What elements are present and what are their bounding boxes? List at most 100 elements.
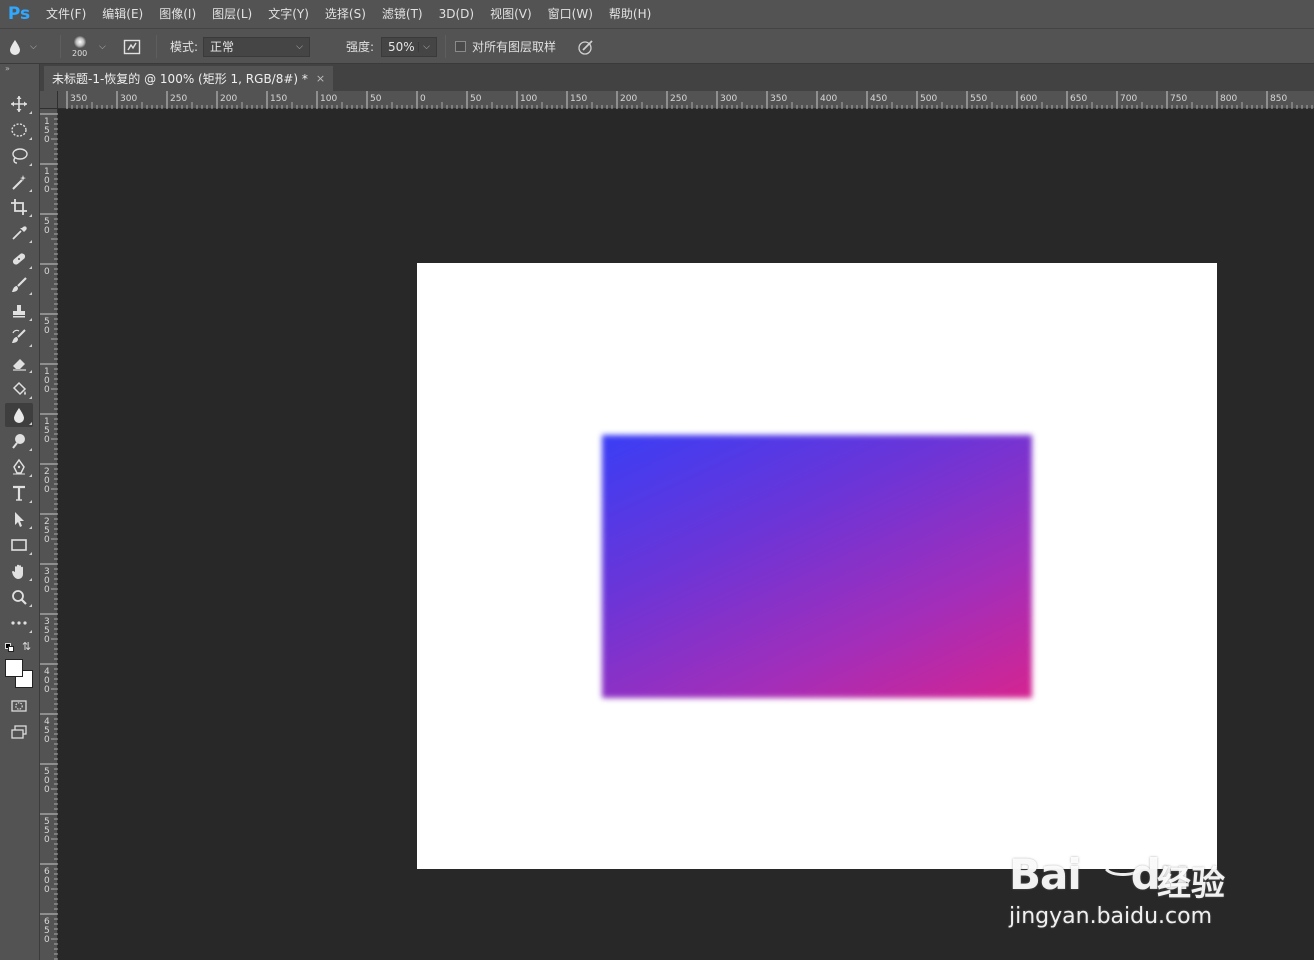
ruler-label: 400	[44, 667, 50, 695]
ruler-label: 50	[44, 217, 50, 236]
brush-size-picker[interactable]: 200	[72, 29, 87, 64]
ruler-label: 50	[470, 94, 482, 104]
crop-tool[interactable]	[5, 195, 33, 219]
eyedropper-icon	[10, 224, 28, 242]
screen-mode-icon	[10, 723, 28, 741]
quick-mask-button[interactable]	[5, 694, 33, 718]
magic-wand-tool[interactable]	[5, 170, 33, 194]
document-canvas[interactable]	[417, 263, 1217, 869]
screen-mode-button[interactable]	[5, 720, 33, 744]
options-bar: ⌵ 200 ⌵ 模式: 正常 ⌵ 强度: 50% ⌵ 对所有图层取样	[0, 28, 1314, 64]
swap-colors-icon[interactable]: ⇅	[22, 640, 31, 653]
menu-filter[interactable]: 滤镜(T)	[374, 0, 431, 28]
sample-all-layers-checkbox[interactable]: 对所有图层取样	[455, 29, 556, 64]
ruler-label: 250	[170, 94, 187, 104]
ruler-label: 100	[320, 94, 337, 104]
zoom-tool[interactable]	[5, 585, 33, 609]
ellipse-marquee-icon	[10, 121, 28, 139]
bandage-icon	[10, 250, 28, 268]
type-tool[interactable]	[5, 481, 33, 505]
lasso-tool[interactable]	[5, 144, 33, 168]
chevron-down-icon: ⌵	[99, 41, 106, 52]
rectangle-icon	[10, 536, 28, 554]
healing-brush-tool[interactable]	[5, 247, 33, 271]
hand-tool[interactable]	[5, 559, 33, 583]
gradient-rectangle-layer[interactable]	[602, 435, 1032, 698]
mode-label: 模式:	[170, 40, 199, 54]
brush-settings-button[interactable]	[123, 29, 141, 64]
rectangle-tool[interactable]	[5, 533, 33, 557]
menu-edit[interactable]: 编辑(E)	[94, 0, 151, 28]
ruler-label: 500	[920, 94, 937, 104]
pen-tool[interactable]	[5, 455, 33, 479]
horizontal-ruler[interactable]: 350 300 250 200 150 100 50 0 50 100 150 200 250 300 35…	[58, 91, 1314, 109]
brush-tool[interactable]	[5, 273, 33, 297]
ruler-label: 100	[520, 94, 537, 104]
brush-chevron[interactable]: ⌵	[99, 29, 106, 64]
eyedropper-tool[interactable]	[5, 221, 33, 245]
tool-group-indicator	[29, 344, 32, 347]
pressure-button[interactable]	[577, 29, 595, 64]
tool-group-indicator	[29, 266, 32, 269]
more-icon	[10, 614, 28, 632]
collapse-toolbar-icon[interactable]: »	[5, 64, 10, 73]
mode-value: 正常	[210, 40, 235, 54]
ruler-label: 550	[44, 817, 50, 845]
ruler-label: 250	[670, 94, 687, 104]
watermark-cn: 经验	[1157, 864, 1225, 904]
blur-drop-icon	[10, 406, 28, 424]
ruler-label: 450	[870, 94, 887, 104]
ruler-origin[interactable]	[40, 91, 58, 109]
move-tool[interactable]	[5, 92, 33, 116]
tools-panel: » ⇅	[0, 64, 40, 960]
tool-group-indicator	[29, 526, 32, 529]
mode-select[interactable]: 正常 ⌵	[203, 36, 310, 57]
menu-image[interactable]: 图像(I)	[151, 0, 204, 28]
ruler-label: 150	[44, 417, 50, 445]
strength-input[interactable]: 50% ⌵	[381, 36, 437, 57]
tool-group-indicator	[29, 396, 32, 399]
default-colors-icon[interactable]	[5, 643, 15, 653]
chevron-down-icon: ⌵	[30, 41, 37, 52]
tool-group-indicator	[29, 552, 32, 555]
menu-window[interactable]: 窗口(W)	[540, 0, 601, 28]
ruler-label: 100	[44, 167, 50, 195]
document-tab[interactable]: 未标题-1-恢复的 @ 100% (矩形 1, RGB/8#) * ×	[44, 66, 334, 91]
menu-select[interactable]: 选择(S)	[317, 0, 374, 28]
ruler-label: 450	[44, 717, 50, 745]
paint-bucket-tool[interactable]	[5, 377, 33, 401]
menu-help[interactable]: 帮助(H)	[601, 0, 659, 28]
sample-all-layers-label: 对所有图层取样	[472, 40, 557, 54]
checkbox-box[interactable]	[455, 41, 466, 52]
menu-3d[interactable]: 3D(D)	[431, 0, 482, 28]
blur-tool[interactable]	[5, 403, 33, 427]
path-selection-tool[interactable]	[5, 507, 33, 531]
ruler-label: 300	[120, 94, 137, 104]
ruler-label: 200	[44, 467, 50, 495]
ruler-label: 200	[220, 94, 237, 104]
foreground-color-swatch[interactable]	[5, 659, 23, 677]
eraser-tool[interactable]	[5, 351, 33, 375]
clone-stamp-tool[interactable]	[5, 299, 33, 323]
menu-layer[interactable]: 图层(L)	[204, 0, 260, 28]
menu-view[interactable]: 视图(V)	[482, 0, 540, 28]
strength-label: 强度:	[346, 40, 375, 54]
ruler-label: 400	[820, 94, 837, 104]
tool-group-indicator	[29, 500, 32, 503]
dodge-tool[interactable]	[5, 429, 33, 453]
history-brush-tool[interactable]	[5, 325, 33, 349]
ruler-label: 300	[720, 94, 737, 104]
menu-type[interactable]: 文字(Y)	[260, 0, 317, 28]
marquee-tool[interactable]	[5, 118, 33, 142]
vertical-ruler[interactable]: 1501005005010015020025030035040045050055…	[40, 109, 58, 960]
stamp-icon	[10, 302, 28, 320]
ruler-label: 550	[970, 94, 987, 104]
ruler-label: 350	[70, 94, 87, 104]
quick-mask-icon	[10, 697, 28, 715]
edit-toolbar[interactable]	[5, 611, 33, 635]
close-icon[interactable]: ×	[316, 72, 325, 85]
menu-file[interactable]: 文件(F)	[38, 0, 94, 28]
ruler-label: 0	[420, 94, 426, 104]
paint-bucket-icon	[10, 380, 28, 398]
tool-preset-picker[interactable]: ⌵	[6, 29, 37, 64]
